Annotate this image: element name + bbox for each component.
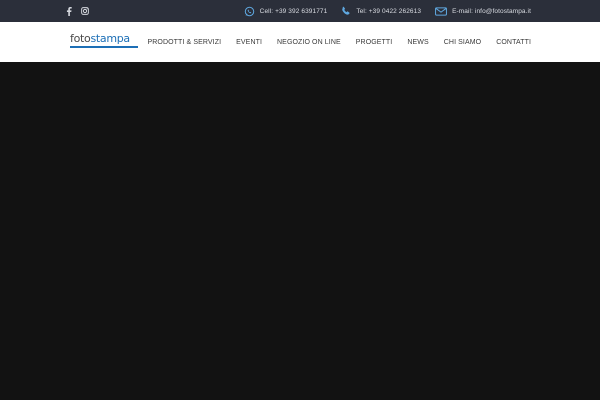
- menu-item-chi-siamo[interactable]: CHI SIAMO: [444, 39, 481, 46]
- menu-item-news[interactable]: NEWS: [407, 39, 428, 46]
- email-text: E-mail: info@fotostampa.it: [452, 7, 531, 15]
- top-bar: Cell: +39 392 6391771 Tel: +39 0422 2626…: [0, 0, 600, 22]
- menu-item-negozio-online[interactable]: NEGOZIO ON LINE: [277, 39, 341, 46]
- site-logo[interactable]: fotostampa: [70, 33, 138, 51]
- logo-underline: [70, 46, 138, 48]
- logo-part-foto: foto: [70, 32, 91, 45]
- instagram-icon[interactable]: [81, 7, 89, 15]
- contact-info: Cell: +39 392 6391771 Tel: +39 0422 2626…: [244, 0, 531, 22]
- menu-item-eventi[interactable]: EVENTI: [236, 39, 262, 46]
- hero-banner: [0, 62, 600, 400]
- phone-icon: [341, 6, 351, 16]
- main-menu: PRODOTTI & SERVIZI EVENTI NEGOZIO ON LIN…: [148, 22, 532, 62]
- logo-text: fotostampa: [70, 33, 138, 45]
- whatsapp-icon: [244, 6, 255, 17]
- phone-text: Tel: +39 0422 262613: [356, 7, 422, 15]
- whatsapp-contact[interactable]: Cell: +39 392 6391771: [244, 6, 328, 17]
- social-links: [66, 0, 89, 22]
- main-navbar: fotostampa PRODOTTI & SERVIZI EVENTI NEG…: [0, 22, 600, 62]
- menu-item-contatti[interactable]: CONTATTI: [496, 39, 531, 46]
- whatsapp-text: Cell: +39 392 6391771: [259, 7, 328, 15]
- logo-part-stampa: stampa: [90, 32, 130, 45]
- envelope-icon: [435, 6, 448, 16]
- email-contact[interactable]: E-mail: info@fotostampa.it: [435, 6, 531, 16]
- menu-item-prodotti-servizi[interactable]: PRODOTTI & SERVIZI: [148, 39, 222, 46]
- phone-contact[interactable]: Tel: +39 0422 262613: [341, 6, 421, 16]
- facebook-icon[interactable]: [66, 6, 72, 16]
- menu-item-progetti[interactable]: PROGETTI: [356, 39, 393, 46]
